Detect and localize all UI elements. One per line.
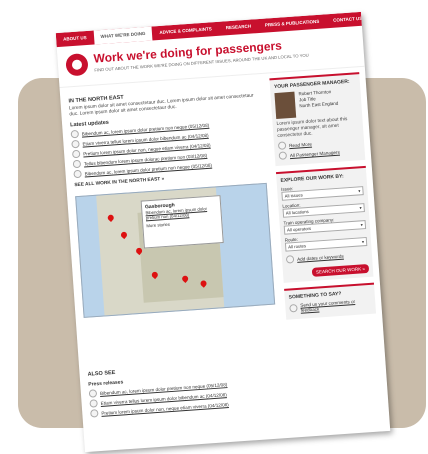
bullet-icon (73, 169, 82, 179)
bullet-icon (90, 409, 99, 418)
bullet-icon (278, 151, 288, 160)
add-dates-link[interactable]: Add dates or keywords (297, 253, 344, 261)
bullet-icon (71, 149, 81, 159)
all-managers-link[interactable]: All Passenger Managers (290, 149, 340, 157)
read-more-link[interactable]: Read More (289, 141, 312, 148)
logo-icon (65, 53, 89, 77)
location-value: All locations (285, 208, 309, 216)
bullet-icon (277, 141, 287, 150)
bullet-icon (289, 303, 298, 313)
feedback-panel: SOMETHING TO SAY? Send us your comments … (284, 282, 377, 320)
issue-value: All issues (284, 192, 303, 199)
operator-value: All operators (286, 225, 312, 233)
bullet-icon (72, 159, 82, 169)
manager-region: North East England (299, 100, 339, 109)
manager-details: Robert Thornton Job Title North East Eng… (298, 89, 339, 118)
chevron-down-icon: ▾ (359, 204, 362, 210)
bullet-icon (89, 399, 98, 408)
bullet-icon (70, 129, 80, 139)
manager-card: Robert Thornton Job Title North East Eng… (274, 87, 358, 120)
chevron-down-icon: ▾ (361, 238, 365, 244)
map-popup: Gasborough Bibendum ac, lorem ipsum dolo… (140, 195, 224, 249)
chevron-down-icon: ▾ (360, 221, 363, 227)
explore-panel: EXPLORE OUR WORK BY: Issue: All issues ▾ … (275, 165, 374, 283)
popup-more-link[interactable]: More stories (146, 218, 218, 229)
manager-panel: YOUR PASSENGER MANAGER: Robert Thornton … (269, 72, 366, 167)
list-item: Send us your comments or feedback (289, 298, 371, 314)
sidebar: YOUR PASSENGER MANAGER: Robert Thornton … (269, 72, 377, 326)
also-see-section: ALSO SEE Press releases Bibendum ac, lor… (87, 355, 280, 420)
bullet-icon (88, 389, 98, 398)
region-map[interactable]: Gasborough Bibendum ac, lorem ipsum dolo… (75, 182, 276, 318)
route-value: All routes (288, 243, 307, 250)
manager-avatar (274, 91, 297, 120)
search-button[interactable]: SEARCH OUR WORK » (311, 263, 370, 277)
main-column: IN THE NORTH EAST Lorem ipsum dolor sit … (68, 81, 276, 318)
chevron-down-icon: ▾ (358, 187, 361, 193)
plus-icon (285, 255, 295, 264)
add-dates-toggle[interactable]: Add dates or keywords (285, 250, 368, 264)
feedback-link[interactable]: Send us your comments or feedback (300, 298, 372, 313)
bullet-icon (71, 139, 80, 149)
page-screenshot: ABOUT US WHAT WE'RE DOING ADVICE & COMPL… (55, 11, 391, 453)
